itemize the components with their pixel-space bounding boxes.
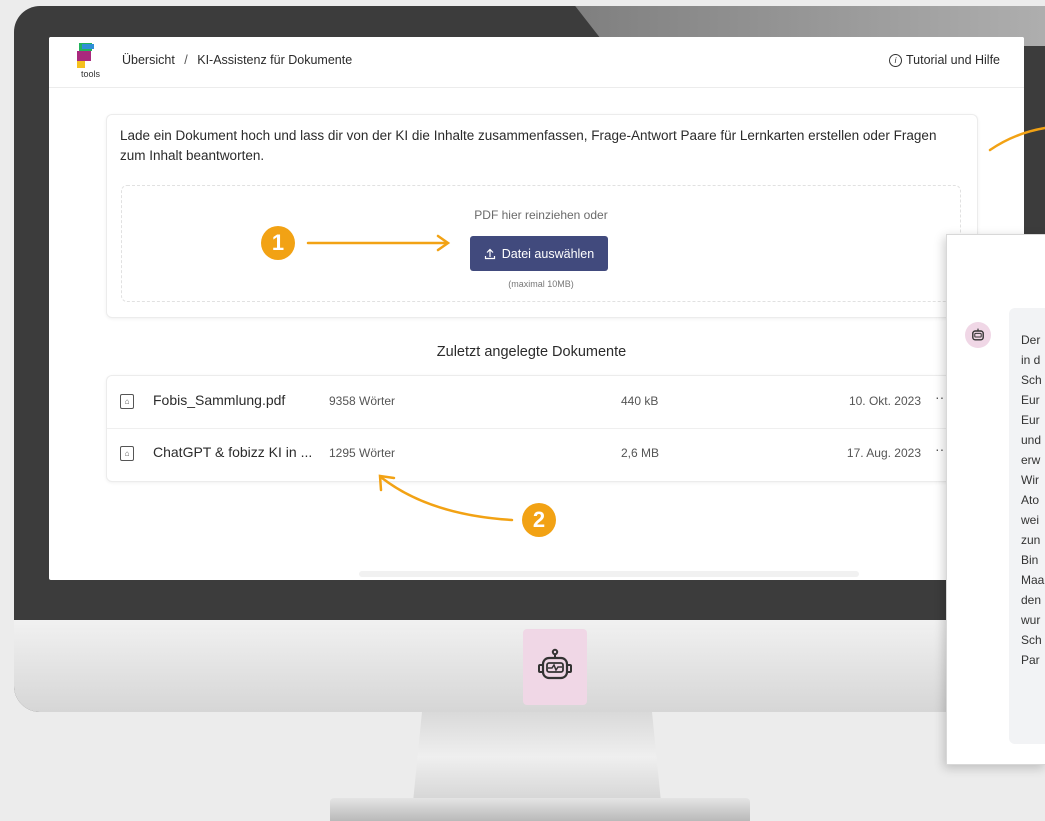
chat-line: Sch bbox=[1021, 633, 1042, 647]
chat-line: Eur bbox=[1021, 413, 1040, 427]
robot-avatar-graphic bbox=[972, 328, 984, 341]
step-badge-1-label: 1 bbox=[271, 230, 285, 255]
chat-line: und bbox=[1021, 433, 1042, 447]
arrow-3-line bbox=[988, 126, 1045, 152]
step-badge-1: 1 bbox=[261, 226, 295, 260]
chat-line: Maa bbox=[1021, 573, 1045, 587]
chat-message-bubble: Der in d Sch Eur Eur und erw Wir Ato wei… bbox=[1009, 308, 1045, 744]
chat-line: Ato bbox=[1021, 493, 1040, 507]
arrow-2-line bbox=[380, 476, 514, 522]
chat-line: wei bbox=[1021, 513, 1040, 527]
chat-line: Bin bbox=[1021, 553, 1039, 567]
chat-line: den bbox=[1021, 593, 1042, 607]
chat-line: Wir bbox=[1021, 473, 1039, 487]
robot-icon bbox=[965, 322, 991, 348]
chat-line: Sch bbox=[1021, 373, 1042, 387]
step-badge-2-label: 2 bbox=[532, 507, 546, 532]
chat-line: erw bbox=[1021, 453, 1041, 467]
chat-line: Par bbox=[1021, 653, 1040, 667]
chat-panel: Der in d Sch Eur Eur und erw Wir Ato wei… bbox=[946, 234, 1045, 765]
chat-line: in d bbox=[1021, 353, 1041, 367]
chat-line: zun bbox=[1021, 533, 1041, 547]
chat-line: Der bbox=[1021, 333, 1041, 347]
chat-line: wur bbox=[1021, 613, 1041, 627]
annotation-arrows bbox=[306, 126, 1045, 522]
step-badge-2: 2 bbox=[522, 503, 556, 537]
chat-line: Eur bbox=[1021, 393, 1040, 407]
